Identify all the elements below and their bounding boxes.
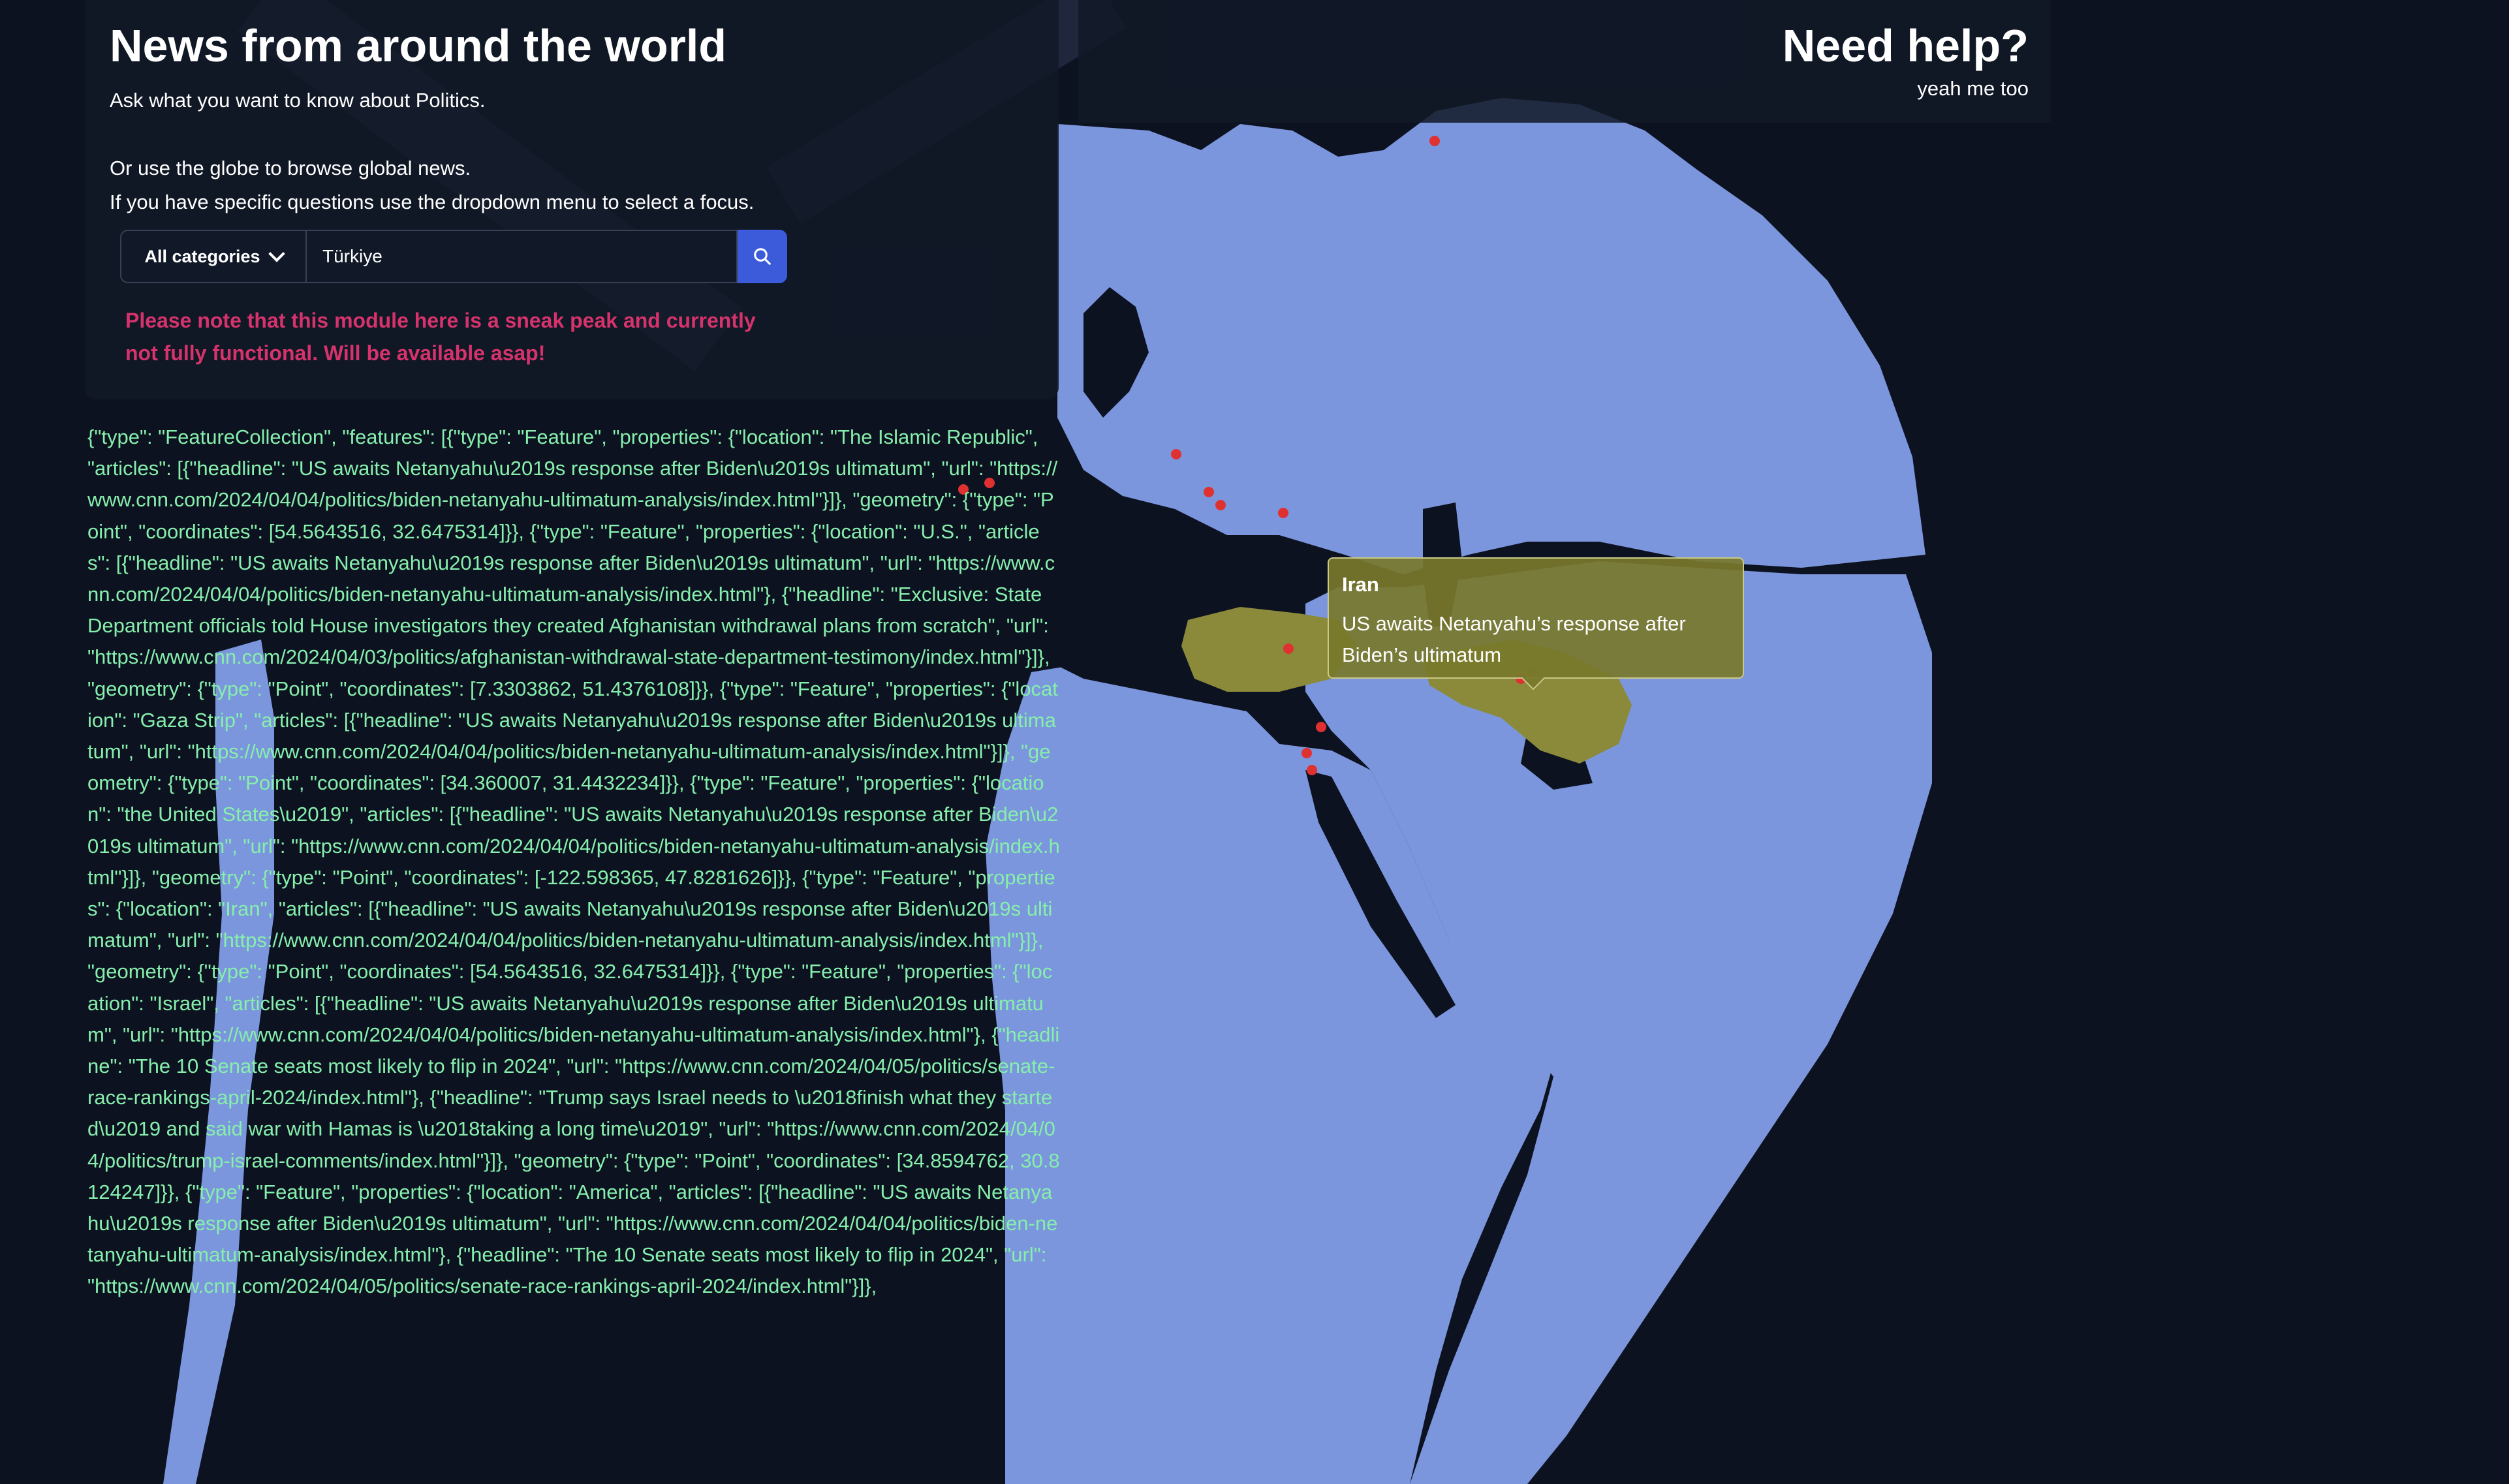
marker[interactable]: [1429, 136, 1440, 146]
marker[interactable]: [1171, 449, 1181, 459]
search-input[interactable]: [307, 230, 738, 283]
help-title: Need help?: [1782, 20, 2029, 71]
marker[interactable]: [1215, 500, 1226, 510]
search-button[interactable]: [738, 230, 787, 283]
beta-warning: Please note that this module here is a s…: [125, 309, 756, 365]
marker[interactable]: [1283, 643, 1294, 654]
marker[interactable]: [1301, 748, 1312, 758]
tooltip-headline[interactable]: US awaits Netanyahu’s response after Bid…: [1342, 608, 1730, 671]
category-dropdown[interactable]: All categories: [120, 230, 307, 283]
country-tooltip: Iran US awaits Netanyahu’s response afte…: [1328, 557, 1744, 690]
category-label: All categories: [144, 246, 260, 266]
marker[interactable]: [1307, 765, 1317, 775]
chevron-down-icon: [268, 245, 285, 262]
marker[interactable]: [1204, 487, 1214, 497]
tooltip-title: Iran: [1342, 573, 1379, 596]
help-subtitle: yeah me too: [1917, 77, 2029, 100]
marker[interactable]: [1278, 508, 1288, 518]
search-bar: All categories: [120, 230, 787, 283]
page-title: News from around the world: [110, 20, 727, 71]
instruction-line-1: Or use the globe to browse global news.: [110, 157, 471, 179]
geojson-output: {"type": "FeatureCollection", "features"…: [87, 425, 1060, 1298]
marker[interactable]: [1316, 722, 1326, 732]
page-subtitle: Ask what you want to know about Politics…: [110, 89, 486, 112]
landmass-europe: [1057, 98, 1925, 574]
instruction-line-2: If you have specific questions use the d…: [110, 191, 755, 213]
search-icon: [754, 248, 771, 265]
